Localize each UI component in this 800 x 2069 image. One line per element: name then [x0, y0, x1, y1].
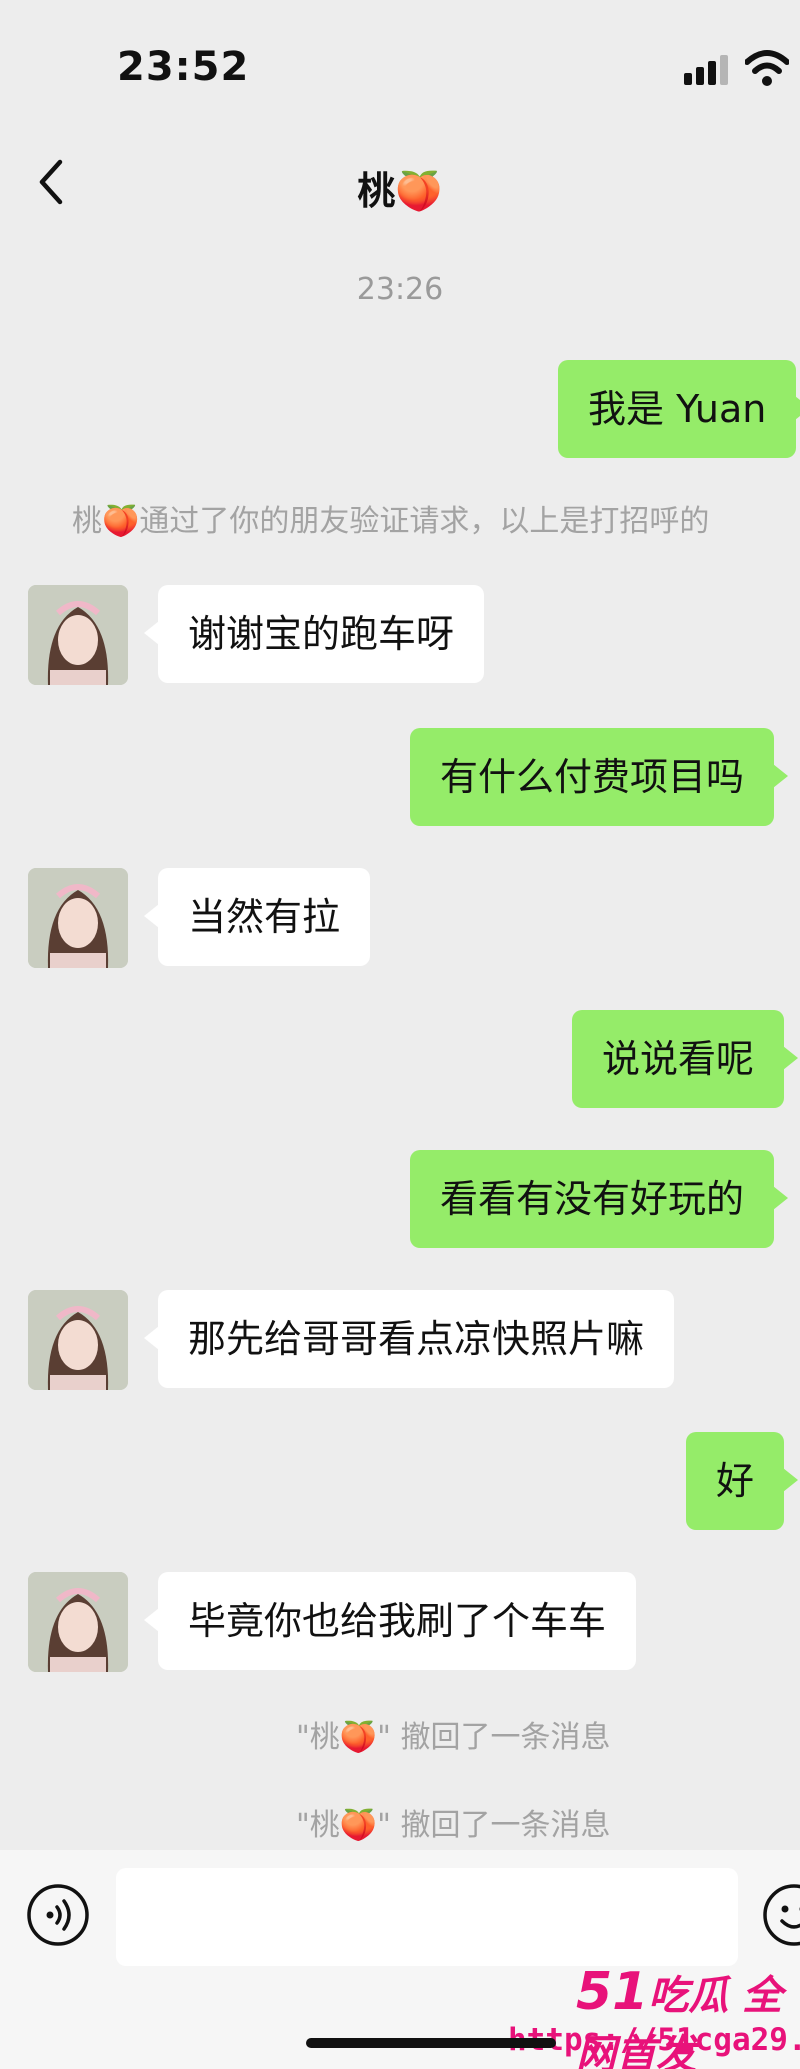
emoji-icon[interactable]	[762, 1883, 800, 1947]
contact-avatar[interactable]	[28, 1290, 128, 1390]
contact-avatar-image	[28, 585, 128, 685]
message-input[interactable]	[116, 1868, 738, 1966]
received-message[interactable]: 那先给哥哥看点凉快照片嘛	[143, 1290, 675, 1388]
contact-avatar[interactable]	[28, 1572, 128, 1672]
signal-icon	[684, 55, 728, 85]
chat-title: 桃🍑	[357, 169, 443, 213]
sent-message[interactable]: 我是 Yuan	[558, 360, 800, 458]
watermark-logo-number: 51	[576, 1962, 649, 2022]
sent-message[interactable]: 好	[686, 1432, 799, 1530]
received-message[interactable]: 当然有拉	[143, 868, 371, 966]
home-indicator[interactable]	[306, 2038, 556, 2048]
time-divider: 23:26	[356, 272, 444, 307]
wifi-icon	[745, 50, 789, 86]
friend-accepted-notice: 桃🍑通过了你的朋友验证请求，以上是打招呼的	[72, 504, 710, 539]
sent-message[interactable]: 看看有没有好玩的	[410, 1150, 789, 1248]
recall-notice: "桃🍑" 撤回了一条消息	[296, 1720, 611, 1755]
status-time: 23:52	[117, 44, 250, 90]
received-message[interactable]: 毕竟你也给我刷了个车车	[143, 1572, 637, 1670]
recall-notice: "桃🍑" 撤回了一条消息	[296, 1808, 611, 1843]
contact-avatar[interactable]	[28, 868, 128, 968]
contact-avatar[interactable]	[28, 585, 128, 685]
contact-avatar-image	[28, 1290, 128, 1390]
contact-avatar-image	[28, 1572, 128, 1672]
sent-message[interactable]: 有什么付费项目吗	[410, 728, 789, 826]
contact-avatar-image	[28, 868, 128, 968]
voice-icon[interactable]	[26, 1883, 90, 1947]
sent-message[interactable]: 说说看呢	[572, 1010, 799, 1108]
chat-screen: 23:52 桃🍑 23:26 我是 Yuan 桃🍑通过了你的朋友验证请求，以上是…	[0, 0, 800, 2069]
received-message[interactable]: 谢谢宝的跑车呀	[143, 585, 485, 683]
